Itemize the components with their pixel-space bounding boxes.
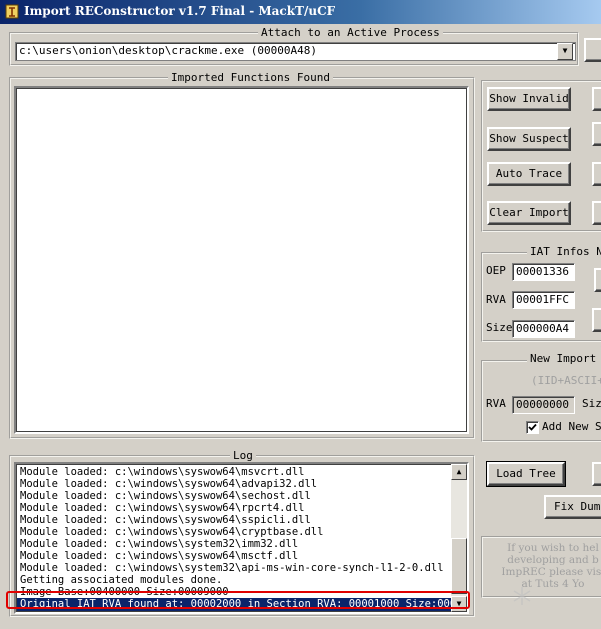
side-button-3[interactable] <box>592 162 601 186</box>
auto-trace-button[interactable]: Auto Trace <box>487 162 571 186</box>
side-button-1[interactable] <box>592 87 601 111</box>
attach-side-button[interactable] <box>584 38 601 62</box>
oep-value: 00001336 <box>516 265 569 278</box>
process-select[interactable]: c:\users\onion\desktop\crackme.exe (0000… <box>15 42 576 61</box>
clear-import-label: Clear Import <box>489 206 569 219</box>
add-new-section-checkbox[interactable] <box>526 421 539 434</box>
highlight-box <box>6 591 470 609</box>
log-line[interactable]: Module loaded: c:\windows\syswow64\rpcrt… <box>17 502 451 514</box>
log-lines: Module loaded: c:\windows\syswow64\msvcr… <box>17 466 467 611</box>
app-icon <box>5 4 19 19</box>
log-line[interactable]: Module loaded: c:\windows\syswow64\msctf… <box>17 550 451 562</box>
side-button-2[interactable] <box>592 122 601 146</box>
iat-getimports-button[interactable] <box>592 308 601 332</box>
process-select-value: c:\users\onion\desktop\crackme.exe (0000… <box>19 44 318 57</box>
window-title: Import REConstructor v1.7 Final - MackT/… <box>24 4 336 18</box>
iat-infos-legend: IAT Infos Ne <box>527 245 601 258</box>
clear-import-button[interactable]: Clear Import <box>487 201 571 225</box>
size-value: 000000A4 <box>516 322 569 335</box>
side-button-4[interactable] <box>592 201 601 225</box>
load-tree-button[interactable]: Load Tree <box>486 461 566 487</box>
log-line[interactable]: Module loaded: c:\windows\syswow64\sspic… <box>17 514 451 526</box>
load-tree-label: Load Tree <box>496 467 556 480</box>
size-label: Size <box>486 321 513 334</box>
log-line[interactable]: Getting associated modules done. <box>17 574 451 586</box>
scroll-up-button[interactable]: ▲ <box>451 464 467 480</box>
iat-autosearch-button[interactable] <box>594 268 601 292</box>
show-invalid-button[interactable]: Show Invalid <box>487 87 571 111</box>
rva-input[interactable]: 00001FFC <box>512 291 575 309</box>
footer-note-line: at Tuts 4 Yo <box>521 578 585 590</box>
log-line[interactable]: Module loaded: c:\windows\syswow64\secho… <box>17 490 451 502</box>
chevron-down-icon: ▼ <box>562 46 568 55</box>
log-line[interactable]: Module loaded: c:\windows\system32\api-m… <box>17 562 451 574</box>
new-import-legend: New Import I <box>527 352 601 365</box>
snowflake-icon <box>513 587 531 605</box>
new-import-rva-value: 00000000 <box>516 398 569 411</box>
process-dropdown-button[interactable]: ▼ <box>557 43 573 60</box>
imported-functions-legend: Imported Functions Found <box>168 71 333 84</box>
attach-legend: Attach to an Active Process <box>258 26 443 39</box>
footer-note-line: developing and b <box>507 554 599 566</box>
save-tree-button[interactable] <box>592 462 601 486</box>
log-line[interactable]: Module loaded: c:\windows\system32\imm32… <box>17 538 451 550</box>
log-legend: Log <box>230 449 256 462</box>
title-bar: Import REConstructor v1.7 Final - MackT/… <box>0 0 601 24</box>
log-line[interactable]: Module loaded: c:\windows\syswow64\msvcr… <box>17 466 451 478</box>
scroll-thumb[interactable] <box>451 538 467 594</box>
checkmark-icon <box>528 423 537 431</box>
new-import-rva-label: RVA <box>486 397 506 410</box>
oep-input[interactable]: 00001336 <box>512 263 575 281</box>
fix-dump-button[interactable]: Fix Dump <box>544 495 601 519</box>
log-line[interactable]: Module loaded: c:\windows\syswow64\crypt… <box>17 526 451 538</box>
show-invalid-label: Show Invalid <box>489 92 569 105</box>
oep-label: OEP <box>486 264 506 277</box>
add-new-section-label: Add New Se <box>542 420 601 433</box>
show-suspect-label: Show Suspect <box>489 132 569 145</box>
log-line[interactable]: Module loaded: c:\windows\syswow64\advap… <box>17 478 451 490</box>
chevron-up-icon: ▲ <box>456 467 462 476</box>
fix-dump-label: Fix Dump <box>554 500 601 513</box>
auto-trace-label: Auto Trace <box>495 167 563 180</box>
new-import-rva-input[interactable]: 00000000 <box>512 396 575 414</box>
new-import-hint: (IID+ASCII+L <box>531 374 601 387</box>
rva-value: 00001FFC <box>516 293 569 306</box>
footer-note-line: If you wish to hel <box>507 542 599 554</box>
show-suspect-button[interactable]: Show Suspect <box>487 127 571 151</box>
footer-note: If you wish to hel developing and b ImpREC… <box>488 542 601 590</box>
new-import-size-label: Siz <box>582 397 601 410</box>
rva-label: RVA <box>486 293 506 306</box>
log-scrollbar[interactable]: ▲ ▼ <box>451 464 467 612</box>
imported-functions-tree[interactable] <box>14 86 469 434</box>
footer-note-line: ImpREC please visi <box>501 566 601 578</box>
size-input[interactable]: 000000A4 <box>512 320 575 338</box>
